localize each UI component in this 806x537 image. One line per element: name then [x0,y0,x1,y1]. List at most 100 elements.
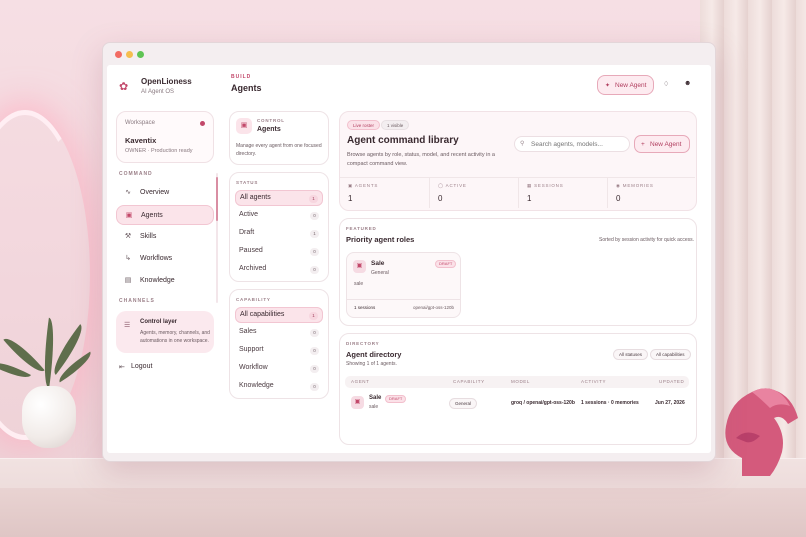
filter-label: Draft [239,229,255,236]
sidebar-item-agents[interactable]: ▣ Agents [116,205,214,225]
stat-value: 0 [438,194,443,203]
featured-agent-card[interactable]: ▣ Sale General DRAFT sale 1 sessions ope… [346,252,461,318]
stat-label: ▣ AGENTS [348,183,379,188]
count-badge: 0 [310,248,319,256]
capability-filter-panel: CAPABILITY All capabilities 1 Sales 0 Su… [229,289,329,399]
agent-model: openai/gpt-oss-120b [412,305,454,310]
workspace-name: Kaventix [125,136,157,145]
stats-row: ▣ AGENTS 1 ◯ ACTIVE 0 ▦ SESSIONS 1 ◉ MEM… [340,177,696,208]
stat-label: ◉ MEMORIES [616,183,654,188]
count-badge: 0 [310,329,319,337]
close-window-icon[interactable] [115,51,122,58]
capability-filter-support[interactable]: Support 0 [235,343,323,359]
control-desc: Manage every agent from one focused dire… [236,143,322,157]
agent-capability: General [371,270,389,276]
count-badge: 1 [309,195,318,203]
capability-filter-all[interactable]: All capabilities 1 [235,307,323,323]
status-filter-active[interactable]: Active 0 [235,208,323,224]
new-agent-label: New Agent [650,141,682,148]
stat-value: 1 [348,194,353,203]
row-updated: Jun 27, 2026 [655,400,685,406]
search-icon: ⚲ [520,141,525,147]
bell-icon[interactable]: ♢ [663,80,669,88]
minimize-window-icon[interactable] [126,51,133,58]
filter-label: Workflow [239,364,268,371]
brand-name: OpenLioness [141,77,192,86]
workspace-role: OWNER · Production ready [125,148,193,154]
sidebar-item-workflows[interactable]: ↳ Workflows [116,249,214,269]
vase [22,386,76,448]
table-row[interactable]: ▣ Sale DRAFT sale General groq / openai/… [345,390,689,416]
stat-value: 0 [616,194,621,203]
count-badge: 0 [310,212,319,220]
row-activity: 1 sessions · 0 memories [581,400,639,406]
col-updated[interactable]: UPDATED [659,379,684,384]
status-filter-all[interactable]: All agents 1 [235,190,323,206]
capability-filter-knowledge[interactable]: Knowledge 0 [235,379,323,395]
row-agent-name: Sale [369,395,382,401]
status-badge: DRAFT [385,395,407,403]
featured-title: Priority agent roles [346,235,415,244]
sidebar-scrollbar-thumb[interactable] [216,177,218,221]
logout-icon: ⇤ [119,364,125,371]
capability-filter-dropdown[interactable]: All capabilities [650,349,691,360]
workspace-label: Workspace [125,120,155,126]
filter-label: Sales [239,328,257,335]
agent-name: Sale [371,260,385,267]
count-badge: 0 [310,266,319,274]
workspace-card[interactable]: Workspace Kaventix OWNER · Production re… [116,111,214,163]
sparkle-icon: ✦ [605,83,611,89]
sidebar-item-skills[interactable]: ⚒ Skills [116,227,214,247]
status-filter-draft[interactable]: Draft 1 [235,226,323,242]
filter-label: Archived [239,265,267,272]
status-filter-dropdown[interactable]: All statuses [613,349,649,360]
stat-sessions: ▦ SESSIONS 1 [518,178,607,208]
search-input[interactable] [514,136,630,152]
count-badge: 0 [310,365,319,373]
row-capability-pill: General [449,398,478,409]
directory-title: Agent directory [346,350,402,359]
capability-filter-workflow[interactable]: Workflow 0 [235,361,323,377]
filter-label: Active [239,211,259,218]
stat-agents: ▣ AGENTS 1 [340,178,429,208]
col-agent[interactable]: AGENT [351,379,370,384]
library-desc: Browse agents by role, status, model, an… [347,152,495,167]
page-title: Agents [231,83,262,93]
maximize-window-icon[interactable] [137,51,144,58]
new-agent-button[interactable]: + New Agent [634,135,690,153]
table-header: AGENT CAPABILITY MODEL ACTIVITY UPDATED [345,376,689,388]
logout-label: Logout [131,363,153,370]
agent-desc: sale [354,281,364,287]
status-filter-paused[interactable]: Paused 0 [235,244,323,260]
control-layer-title: Control layer [140,319,178,325]
col-capability[interactable]: CAPABILITY [453,379,485,384]
channels-section-label: CHANNELS [119,298,155,304]
stat-memories: ◉ MEMORIES 0 [607,178,696,208]
app-screen: ✿ OpenLioness AI Agent OS Workspace Kave… [107,65,711,453]
card-divider [347,299,460,300]
command-section-label: COMMAND [119,171,153,177]
capability-filter-sales[interactable]: Sales 0 [235,325,323,341]
user-icon[interactable]: ☻ [684,80,691,87]
robot-icon: ▣ [348,183,354,188]
count-badge: 1 [310,230,319,238]
sidebar-item-knowledge[interactable]: ▤ Knowledge [116,271,214,291]
featured-note: Sorted by session activity for quick acc… [599,237,695,243]
sidebar-item-label: Workflows [140,255,173,262]
sidebar-item-label: Agents [141,212,163,219]
col-activity[interactable]: ACTIVITY [581,379,606,384]
monitor-frame: ✿ OpenLioness AI Agent OS Workspace Kave… [102,42,716,462]
plus-icon: + [641,141,645,148]
directory-eyebrow: DIRECTORY [346,341,380,346]
filter-label: Support [239,346,264,353]
robot-icon: ▣ [353,260,366,273]
status-filter-archived[interactable]: Archived 0 [235,262,323,278]
new-agent-header-button[interactable]: ✦ New Agent [597,75,654,95]
status-filter-panel: STATUS All agents 1 Active 0 Draft 1 Pau… [229,172,329,282]
agent-sessions: 1 sessions [354,305,376,310]
featured-eyebrow: FEATURED [346,226,377,231]
sidebar-item-overview[interactable]: ∿ Overview [116,183,214,203]
new-agent-label: New Agent [615,82,647,89]
col-model[interactable]: MODEL [511,379,530,384]
control-eyebrow: CONTROL [257,118,285,123]
